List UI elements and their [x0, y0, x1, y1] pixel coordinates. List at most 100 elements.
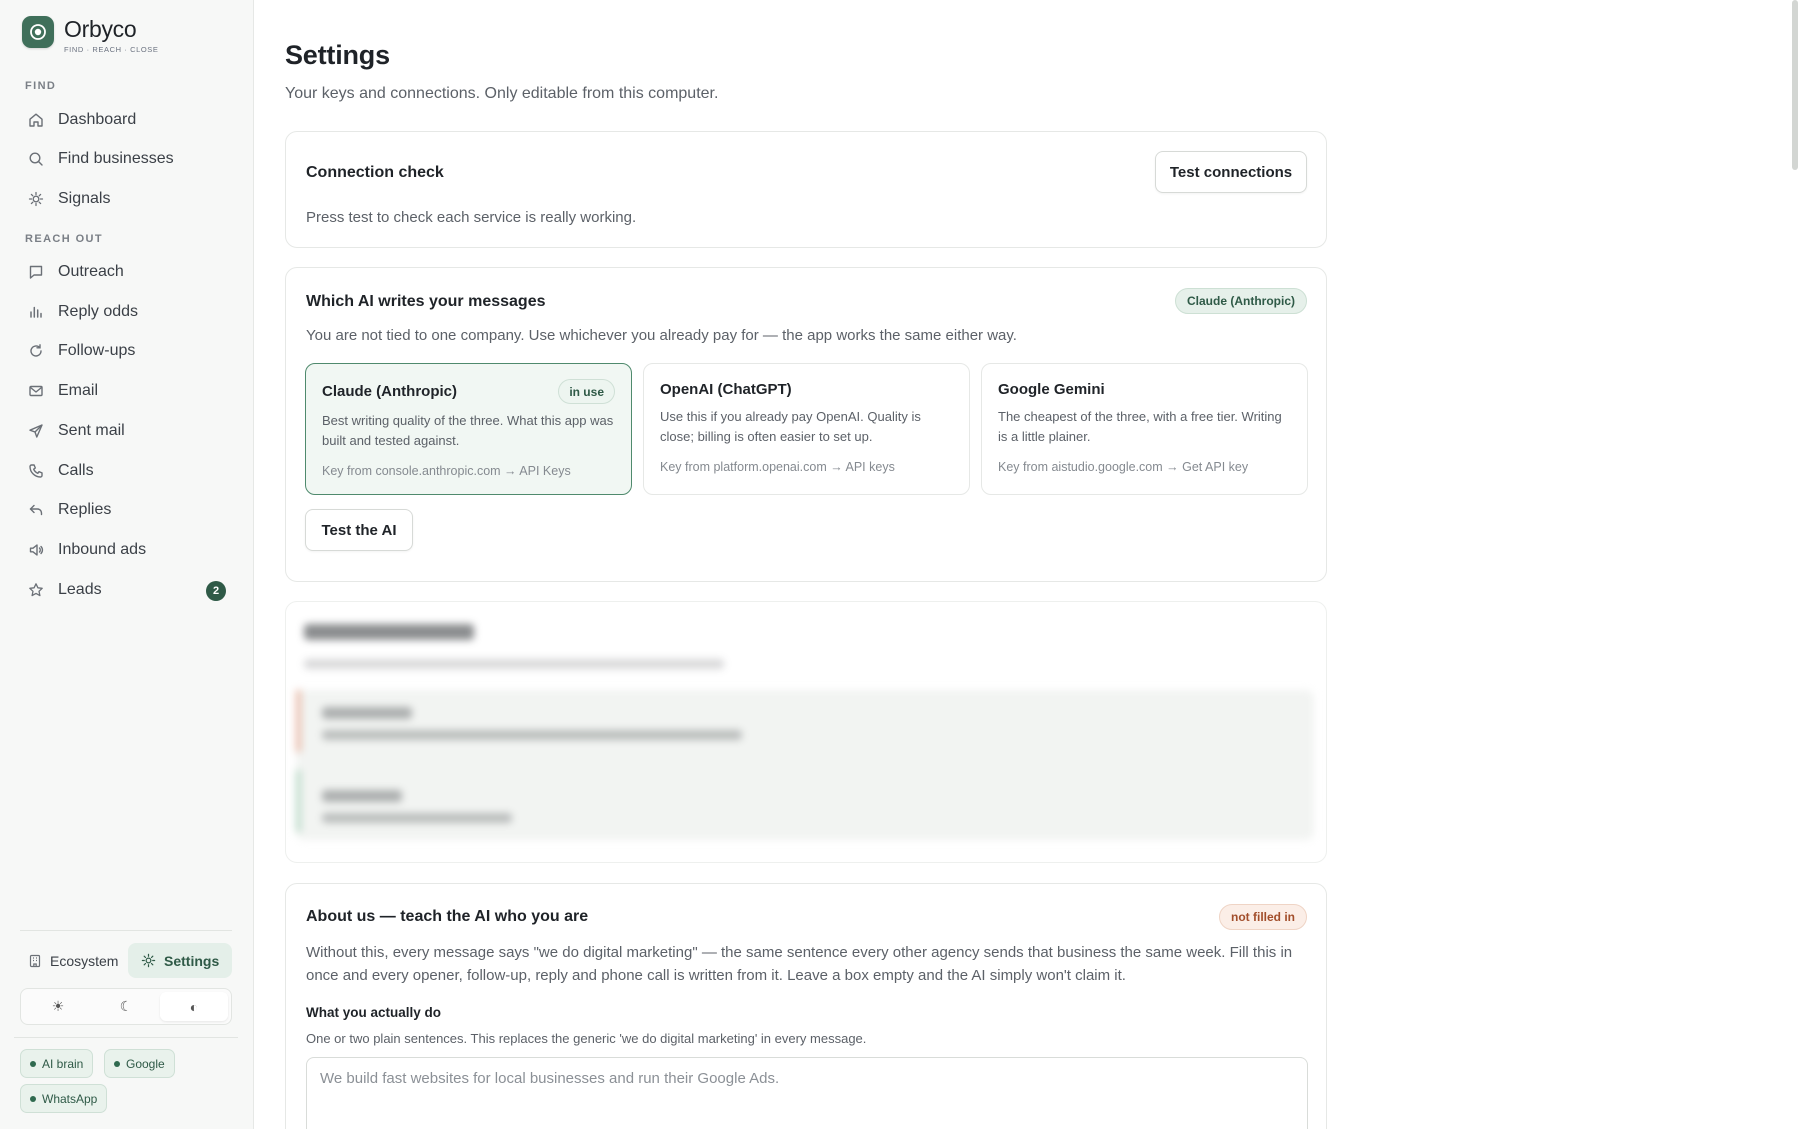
provider-card-openai[interactable]: OpenAI (ChatGPT) Use this if you already… [643, 363, 970, 495]
sun-icon: ☀ [51, 998, 65, 1014]
provider-description: Use this if you already pay OpenAI. Qual… [660, 409, 921, 444]
brand-name: Orbyco [64, 16, 137, 42]
not-filled-badge: not filled in [1219, 904, 1307, 930]
sidebar-item-dashboard[interactable]: Dashboard [14, 102, 236, 138]
status-pill-label: AI brain [42, 1056, 84, 1071]
sidebar-item-label: Calls [58, 462, 94, 479]
test-ai-button[interactable]: Test the AI [305, 509, 413, 551]
brand[interactable]: Orbyco FIND · REACH · CLOSE [22, 16, 159, 54]
about-us-title: About us — teach the AI who you are [306, 908, 589, 925]
phone-icon [14, 463, 58, 479]
sidebar: Orbyco FIND · REACH · CLOSE FIND Dashboa… [0, 0, 254, 1129]
provider-description: Best writing quality of the three. What … [322, 413, 614, 448]
section-label-find: FIND [25, 80, 57, 92]
settings-button[interactable]: Settings [128, 943, 232, 978]
ecosystem-label: Ecosystem [50, 952, 119, 969]
sidebar-item-leads[interactable]: Leads 2 [14, 572, 236, 608]
section-label-reach-out: REACH OUT [25, 233, 103, 245]
sidebar-item-follow-ups[interactable]: Follow-ups [14, 333, 236, 369]
status-dot-icon [114, 1060, 120, 1067]
scrollbar[interactable] [1792, 0, 1798, 170]
sidebar-item-reply-odds[interactable]: Reply odds [14, 294, 236, 330]
sidebar-item-label: Inbound ads [58, 541, 147, 558]
connection-check-card: Connection check Test connections Press … [285, 131, 1327, 248]
search-icon [14, 151, 58, 167]
contrast-icon: ◐ [189, 998, 199, 1015]
sidebar-item-find-businesses[interactable]: Find businesses [14, 141, 236, 177]
ecosystem-button[interactable]: Ecosystem [20, 943, 122, 978]
field-label-what-you-do: What you actually do [306, 1005, 442, 1020]
provider-key-hint: Key from platform.openai.com → API keys [660, 460, 895, 474]
provider-card-claude[interactable]: Claude (Anthropic) in use Best writing q… [305, 363, 632, 495]
provider-key-hint: Key from console.anthropic.com → API Key… [322, 464, 571, 478]
what-you-do-input[interactable] [306, 1057, 1308, 1129]
reply-icon [14, 502, 58, 518]
brand-logo-icon [22, 16, 54, 48]
connection-check-title: Connection check [306, 164, 444, 181]
bar-chart-icon [14, 304, 58, 320]
theme-toggle: ☀ ☾ ◐ [20, 988, 232, 1025]
sidebar-item-label: Signals [58, 190, 111, 207]
megaphone-icon [14, 542, 58, 558]
sidebar-divider [20, 930, 232, 931]
about-us-text: Without this, every message says "we do … [306, 944, 1293, 984]
sidebar-item-inbound-ads[interactable]: Inbound ads [14, 532, 236, 568]
provider-name: Claude (Anthropic) [322, 383, 457, 400]
page-subtitle: Your keys and connections. Only editable… [285, 85, 719, 102]
in-use-badge: in use [558, 379, 615, 404]
current-provider-badge: Claude (Anthropic) [1175, 288, 1307, 314]
sidebar-item-label: Leads [58, 581, 102, 598]
sidebar-item-label: Follow-ups [58, 342, 136, 359]
page-title: Settings [285, 40, 390, 70]
home-icon [14, 112, 58, 128]
provider-card-gemini[interactable]: Google Gemini The cheapest of the three,… [981, 363, 1308, 495]
blurred-card [285, 601, 1327, 863]
sidebar-item-signals[interactable]: Signals [14, 181, 236, 217]
sidebar-item-calls[interactable]: Calls [14, 453, 236, 489]
status-dot-icon [30, 1095, 36, 1102]
about-us-card: About us — teach the AI who you are not … [285, 883, 1327, 1129]
ai-provider-text: You are not tied to one company. Use whi… [306, 327, 1017, 344]
provider-description: The cheapest of the three, with a free t… [998, 409, 1282, 444]
provider-key-hint: Key from aistudio.google.com → Get API k… [998, 460, 1249, 474]
status-pill-google[interactable]: Google [104, 1049, 175, 1078]
theme-light-option[interactable]: ☀ [24, 992, 92, 1021]
sidebar-item-label: Email [58, 382, 99, 399]
sidebar-divider [14, 1037, 238, 1038]
sidebar-item-label: Reply odds [58, 303, 139, 320]
status-dot-icon [30, 1060, 36, 1067]
message-icon [14, 264, 58, 280]
refresh-icon [14, 343, 58, 359]
sidebar-item-email[interactable]: Email [14, 373, 236, 409]
mail-icon [14, 383, 58, 399]
sidebar-item-label: Replies [58, 501, 112, 518]
sidebar-item-replies[interactable]: Replies [14, 492, 236, 528]
blurred-content [286, 602, 1326, 862]
gear-icon [141, 953, 156, 968]
sidebar-item-sent-mail[interactable]: Sent mail [14, 413, 236, 449]
provider-name: Google Gemini [998, 381, 1105, 398]
status-pill-ai-brain[interactable]: AI brain [20, 1049, 94, 1078]
field-help-what-you-do: One or two plain sentences. This replace… [306, 1031, 867, 1046]
sun-icon [14, 191, 58, 207]
sidebar-item-label: Find businesses [58, 150, 174, 167]
ai-provider-title: Which AI writes your messages [306, 293, 546, 310]
status-pill-label: Google [126, 1056, 165, 1071]
moon-icon: ☾ [119, 998, 133, 1014]
sidebar-item-label: Sent mail [58, 422, 125, 439]
sidebar-item-outreach[interactable]: Outreach [14, 254, 236, 290]
connection-check-text: Press test to check each service is real… [306, 209, 637, 226]
star-icon [14, 582, 58, 598]
brand-tagline: FIND · REACH · CLOSE [64, 45, 159, 54]
send-icon [14, 423, 58, 439]
sidebar-item-label: Dashboard [58, 111, 137, 128]
leads-count-badge: 2 [206, 581, 226, 601]
provider-name: OpenAI (ChatGPT) [660, 381, 792, 398]
status-pill-label: WhatsApp [42, 1091, 98, 1106]
theme-auto-option[interactable]: ◐ [160, 992, 228, 1021]
theme-dark-option[interactable]: ☾ [92, 992, 160, 1021]
sidebar-item-label: Outreach [58, 263, 124, 280]
status-pill-whatsapp[interactable]: WhatsApp [20, 1084, 108, 1113]
test-connections-button[interactable]: Test connections [1155, 151, 1307, 193]
settings-label: Settings [164, 952, 220, 969]
